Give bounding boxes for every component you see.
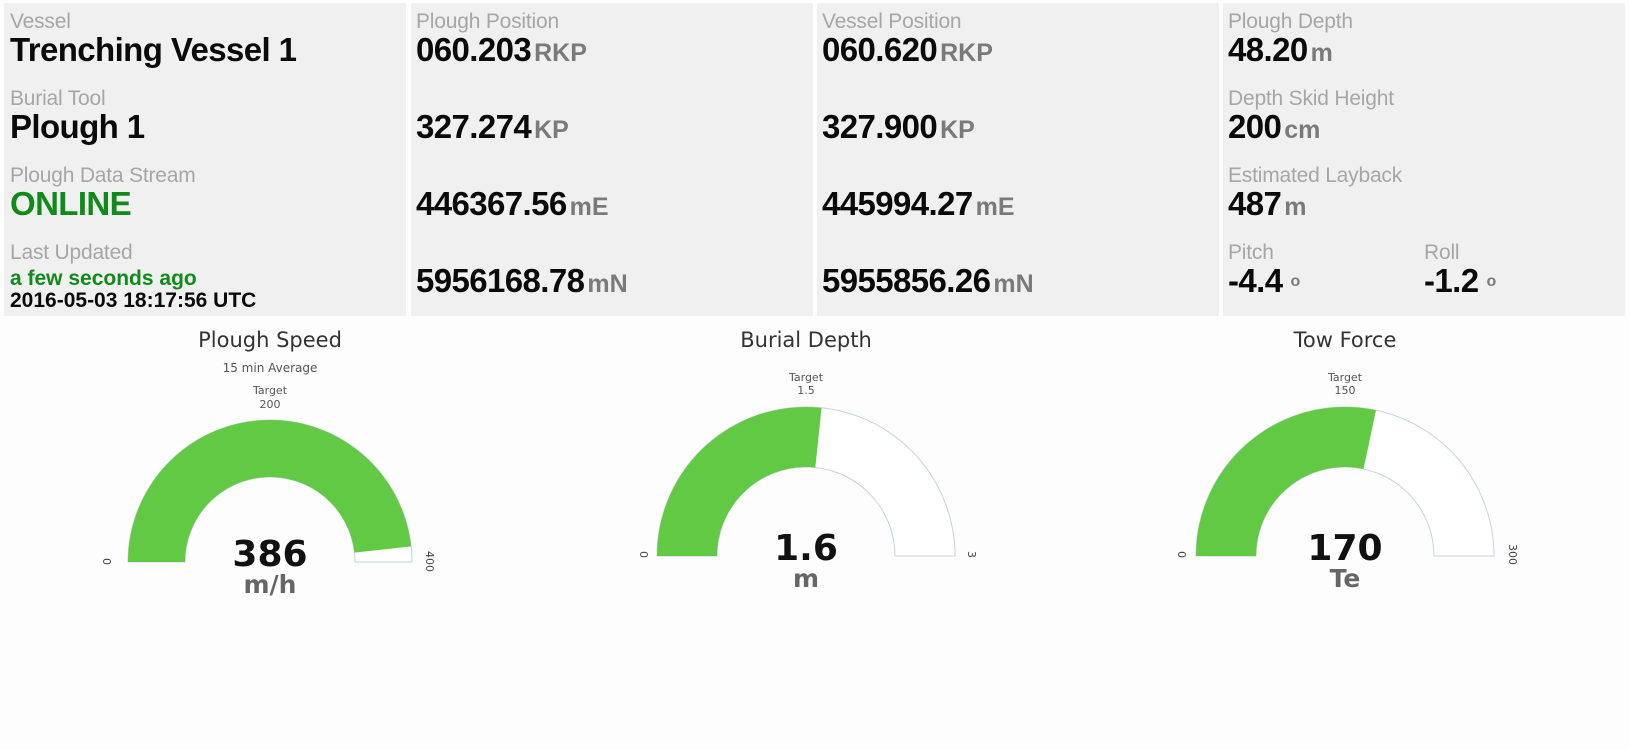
pitch-value: -4.4 — [1228, 262, 1283, 299]
vessel-rkp-value: 060.620 — [822, 31, 938, 68]
vessel-northing: 5955856.26 mN — [822, 262, 1034, 300]
last-updated-label: Last Updated — [10, 241, 133, 264]
gauge-min-label: 0 — [638, 551, 651, 558]
plough-easting-value: 446367.56 — [416, 185, 567, 222]
plough-northing-value: 5956168.78 — [416, 262, 585, 299]
vessel-name: Trenching Vessel 1 — [10, 31, 297, 68]
roll: -1.2 o — [1424, 262, 1496, 300]
skid-height-value: 200 — [1228, 108, 1282, 145]
vessel-panel: Vessel Trenching Vessel 1 Burial Tool Pl… — [4, 3, 406, 316]
layback: 487 m — [1228, 185, 1307, 223]
vessel-kp: 327.900 KP — [822, 108, 975, 146]
tow-force-gauge: Tow Force Target 150 170 Te 0 300 — [1075, 322, 1615, 622]
layback-value: 487 — [1228, 185, 1282, 222]
gauge-min-label: 0 — [1176, 551, 1189, 558]
gauge-value: 1.6 — [774, 528, 838, 569]
skid-height-unit: cm — [1284, 116, 1321, 144]
layback-unit: m — [1284, 193, 1307, 221]
plough-northing: 5956168.78 mN — [416, 262, 628, 300]
vessel-rkp: 060.620 RKP — [822, 31, 993, 69]
plough-speed-gauge: Plough Speed 15 min Average Target 200 3… — [0, 322, 540, 622]
plough-depth-value: 48.20 — [1228, 31, 1308, 68]
gauge-unit: Te — [1329, 564, 1361, 593]
plough-easting: 446367.56 mE — [416, 185, 609, 223]
gauge-unit: m/h — [243, 570, 297, 599]
vessel-kp-value: 327.900 — [822, 108, 938, 145]
burial-depth-gauge: Burial Depth Target 1.5 1.6 m 0 3 — [536, 322, 1076, 622]
plough-depth-unit: m — [1310, 39, 1333, 67]
vessel-easting-value: 445994.27 — [822, 185, 973, 222]
vessel-easting-unit: mE — [975, 193, 1015, 221]
skid-height: 200 cm — [1228, 108, 1320, 146]
plough-rkp-unit: RKP — [534, 39, 587, 67]
gauge-value: 170 — [1307, 528, 1383, 569]
plough-rkp: 060.203 RKP — [416, 31, 587, 69]
vessel-kp-unit: KP — [940, 116, 975, 144]
last-updated-relative: a few seconds ago — [10, 267, 197, 290]
plough-northing-unit: mN — [587, 270, 628, 298]
plough-rkp-value: 060.203 — [416, 31, 532, 68]
data-stream-status: ONLINE — [10, 185, 132, 222]
gauge-unit: m — [792, 564, 820, 593]
last-updated-timestamp: 2016-05-03 18:17:56 UTC — [10, 289, 257, 312]
vessel-northing-unit: mN — [993, 270, 1034, 298]
plough-depth: 48.20 m — [1228, 31, 1333, 69]
gauge-value: 386 — [232, 534, 308, 575]
plough-kp-value: 327.274 — [416, 108, 532, 145]
gauge-min-label: 0 — [101, 558, 114, 565]
gauge-max-label: 400 — [423, 551, 436, 572]
plough-easting-unit: mE — [569, 193, 609, 221]
plough-stats-panel: Plough Depth 48.20 m Depth Skid Height 20… — [1223, 3, 1625, 316]
roll-degree-symbol: o — [1486, 273, 1496, 290]
plough-position-panel: Plough Position 060.203 RKP 327.274 KP 446… — [411, 3, 813, 316]
roll-value: -1.2 — [1424, 262, 1479, 299]
gauge-max-label: 3 — [965, 551, 978, 558]
burial-tool-name: Plough 1 — [10, 108, 145, 145]
vessel-rkp-unit: RKP — [940, 39, 993, 67]
info-panels: Vessel Trenching Vessel 1 Burial Tool Pl… — [4, 3, 1629, 316]
plough-kp: 327.274 KP — [416, 108, 569, 146]
gauge-max-label: 300 — [1506, 544, 1519, 565]
vessel-northing-value: 5955856.26 — [822, 262, 991, 299]
pitch-degree-symbol: o — [1290, 273, 1300, 290]
plough-kp-unit: KP — [534, 116, 569, 144]
vessel-position-panel: Vessel Position 060.620 RKP 327.900 KP 445… — [817, 3, 1219, 316]
pitch: -4.4 o — [1228, 262, 1300, 300]
vessel-easting: 445994.27 mE — [822, 185, 1015, 223]
